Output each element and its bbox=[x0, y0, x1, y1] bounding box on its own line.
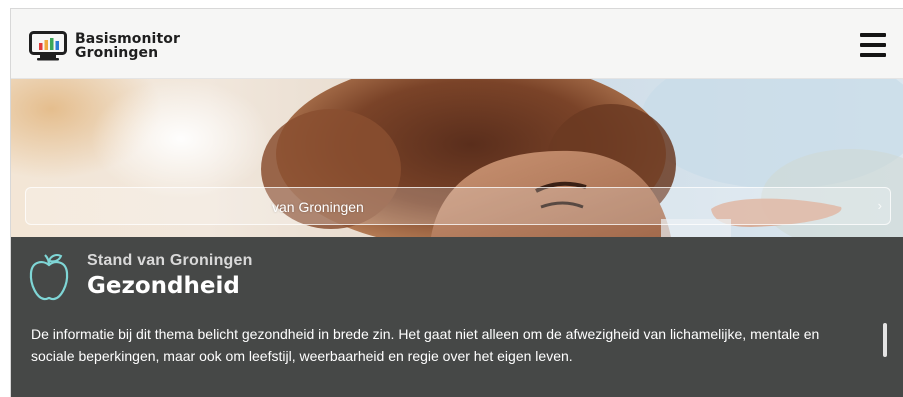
site-logo[interactable]: Basismonitor Groningen bbox=[29, 31, 180, 61]
hero-search-text: van Groningen bbox=[272, 199, 364, 215]
hero-search-bar[interactable]: van Groningen › bbox=[25, 187, 891, 225]
scrollbar-thumb[interactable] bbox=[883, 323, 887, 357]
monitor-bar-chart-icon bbox=[29, 31, 67, 61]
logo-line-1: Basismonitor bbox=[75, 31, 180, 47]
hamburger-menu-icon[interactable] bbox=[860, 33, 888, 57]
theme-subtitle: Stand van Groningen bbox=[87, 252, 253, 269]
site-header: Basismonitor Groningen bbox=[11, 9, 903, 79]
logo-line-2: Groningen bbox=[75, 45, 159, 61]
page-title: Gezondheid bbox=[87, 273, 240, 299]
apple-icon bbox=[29, 254, 69, 301]
page-frame: Basismonitor Groningen van Groningen › S… bbox=[10, 8, 903, 397]
theme-description: De informatie bij dit thema belicht gezo… bbox=[31, 326, 820, 364]
logo-text: Basismonitor Groningen bbox=[75, 32, 180, 60]
theme-panel: Stand van Groningen Gezondheid De inform… bbox=[11, 237, 903, 397]
chevron-right-icon: › bbox=[877, 198, 882, 213]
